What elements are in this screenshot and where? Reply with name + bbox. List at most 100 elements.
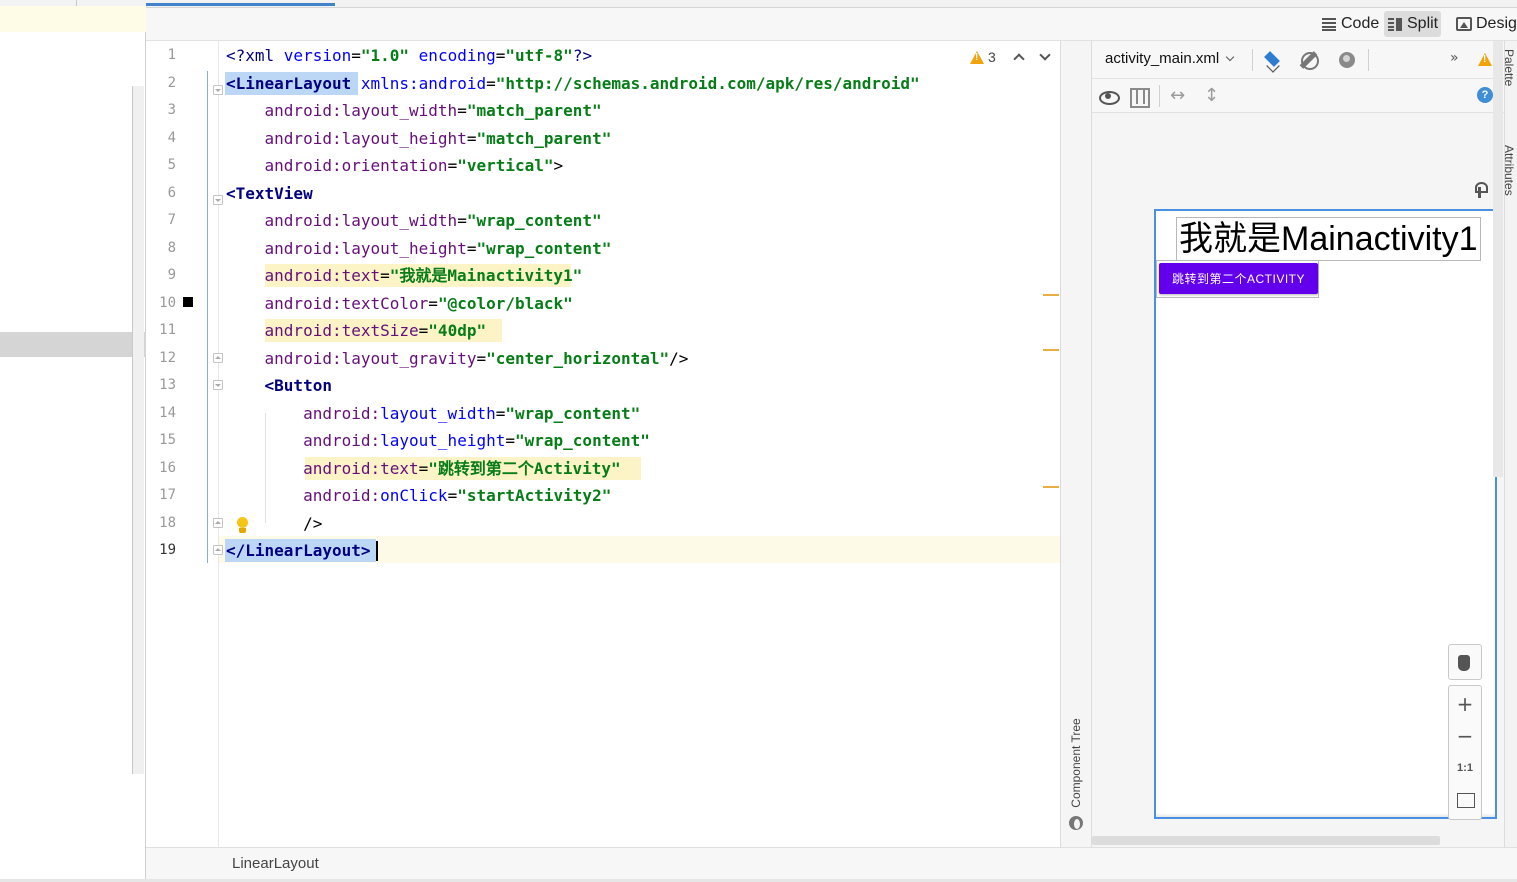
- warning-stripe-marker[interactable]: [1043, 349, 1059, 351]
- fold-end-icon[interactable]: [213, 545, 223, 555]
- inspection-warnings[interactable]: 3: [970, 49, 996, 65]
- code-token: text: [380, 458, 419, 478]
- code-view-label: Code: [1341, 15, 1380, 32]
- preview-textview[interactable]: 我就是Mainactivity1: [1176, 217, 1481, 261]
- line-number: 17: [159, 487, 176, 503]
- code-line[interactable]: android:layout_gravity="center_horizonta…: [226, 345, 689, 372]
- code-line[interactable]: android:textColor="@color/black": [226, 290, 573, 317]
- zoom-to-fit-icon[interactable]: [1449, 784, 1481, 816]
- preview-button[interactable]: 跳转到第二个ACTIVITY: [1159, 263, 1318, 294]
- zoom-actual-size-icon[interactable]: 1:1: [1449, 752, 1481, 784]
- help-icon[interactable]: ?: [1477, 87, 1493, 103]
- code-line[interactable]: />: [226, 510, 322, 537]
- active-editor-tab[interactable]: [146, 3, 335, 6]
- fold-toggle-icon[interactable]: [213, 195, 223, 205]
- code-line[interactable]: android:layout_width="wrap_content": [226, 207, 602, 234]
- code-view-button[interactable]: Code: [1318, 11, 1382, 37]
- toolbar-divider: [1252, 49, 1253, 71]
- design-vertical-scrollbar[interactable]: [1493, 41, 1503, 477]
- code-token: text: [341, 266, 381, 285]
- component-tree-tab[interactable]: Component Tree: [1064, 704, 1088, 834]
- code-token: "wrap_content": [515, 431, 650, 450]
- breadcrumb-bar: LinearLayout: [146, 847, 1517, 879]
- preview-button-frame[interactable]: 跳转到第二个ACTIVITY: [1156, 260, 1319, 298]
- pan-hand-icon[interactable]: [1449, 646, 1481, 678]
- code-line[interactable]: android:layout_height="match_parent": [226, 125, 612, 152]
- vertical-resize-icon[interactable]: ↕: [1204, 85, 1219, 106]
- code-token: android:: [264, 128, 342, 148]
- code-token: layout_height: [341, 128, 467, 148]
- line-number: 3: [167, 102, 176, 118]
- code-line[interactable]: android:text="跳转到第二个Activity": [226, 455, 621, 482]
- code-token: />: [669, 348, 689, 368]
- design-surface-layers-icon[interactable]: [1262, 49, 1284, 71]
- code-token: android:: [264, 266, 342, 285]
- code-line[interactable]: <TextView: [226, 180, 313, 207]
- layout-file-dropdown[interactable]: activity_main.xml: [1105, 50, 1235, 67]
- design-horizontal-scrollbar[interactable]: [1092, 836, 1440, 845]
- line-number: 10: [159, 294, 176, 311]
- code-line[interactable]: android:onClick="startActivity2": [226, 482, 611, 509]
- design-view-label: Design: [1476, 15, 1517, 32]
- horizontal-resize-icon[interactable]: ↔: [1170, 85, 1185, 106]
- project-panel-scrollbar[interactable]: [132, 86, 144, 774]
- zoom-in-icon[interactable]: +: [1449, 688, 1481, 720]
- code-token: <LinearLayout: [226, 73, 352, 93]
- breadcrumb-linearlayout[interactable]: LinearLayout: [232, 855, 319, 872]
- code-token: />: [303, 513, 323, 533]
- attributes-tab[interactable]: Attributes: [1502, 145, 1516, 196]
- line-number: 14: [159, 404, 176, 421]
- code-line[interactable]: android:layout_height="wrap_content": [226, 427, 650, 454]
- code-line[interactable]: android:textSize="40dp": [226, 317, 487, 344]
- theme-icon[interactable]: [1336, 49, 1358, 71]
- code-token: android:: [264, 348, 342, 368]
- more-actions-icon[interactable]: »: [1450, 50, 1472, 72]
- code-line[interactable]: android:layout_height="wrap_content": [226, 235, 612, 262]
- component-tree-label: Component Tree: [1069, 718, 1083, 808]
- code-line[interactable]: android:orientation="vertical">: [226, 152, 564, 179]
- code-token: android:: [303, 431, 381, 450]
- line-number: 13: [159, 377, 176, 393]
- palette-tab[interactable]: Palette: [1502, 49, 1516, 86]
- warning-stripe-marker[interactable]: [1043, 294, 1059, 296]
- code-token: layout_width: [341, 101, 458, 120]
- code-token: =: [495, 403, 506, 423]
- fold-end-icon[interactable]: [213, 353, 223, 363]
- project-panel-highlight-row[interactable]: [0, 6, 146, 32]
- code-token: "match_parent": [466, 101, 602, 120]
- fold-toggle-icon[interactable]: [213, 85, 223, 95]
- project-panel-selected-row[interactable]: [0, 332, 146, 357]
- code-token: =: [418, 321, 429, 340]
- zoom-out-icon[interactable]: −: [1449, 720, 1481, 752]
- code-line[interactable]: <Button: [226, 372, 332, 399]
- code-token: android:: [303, 486, 381, 505]
- color-preview-swatch[interactable]: [183, 297, 193, 307]
- fold-toggle-icon[interactable]: [213, 380, 223, 390]
- pin-icon[interactable]: [1474, 182, 1488, 198]
- code-token: "wrap_content": [476, 238, 612, 258]
- code-line[interactable]: <?xml version="1.0" encoding="utf-8"?>: [226, 42, 592, 69]
- code-token: layout_height: [380, 431, 506, 450]
- warning-stripe-marker[interactable]: [1043, 486, 1059, 488]
- code-line[interactable]: android:layout_width="match_parent": [226, 97, 602, 124]
- line-number: 1: [167, 47, 176, 63]
- design-view-icon: [1456, 17, 1472, 31]
- code-line[interactable]: android:text="我就是Mainactivity1": [226, 262, 583, 289]
- orientation-icon[interactable]: [1298, 49, 1320, 71]
- fold-end-icon[interactable]: [213, 518, 223, 528]
- next-highlight-chevron-down-icon[interactable]: [1039, 49, 1051, 61]
- code-line[interactable]: android:layout_width="wrap_content": [226, 400, 640, 427]
- code-line[interactable]: <LinearLayout xmlns:android="http://sche…: [226, 70, 920, 97]
- code-line[interactable]: </LinearLayout>: [226, 537, 371, 564]
- design-view-button[interactable]: Design: [1453, 11, 1517, 37]
- split-view-button[interactable]: Split: [1384, 11, 1442, 37]
- device-preview[interactable]: 我就是Mainactivity1 跳转到第二个ACTIVITY: [1154, 209, 1497, 819]
- previous-highlight-chevron-up-icon[interactable]: [1013, 53, 1025, 65]
- blueprint-mode-icon[interactable]: [1127, 85, 1150, 108]
- view-options-eye-icon[interactable]: [1097, 85, 1120, 107]
- xml-code-editor[interactable]: 1 2 3 4 5 6 7 8 9 10 11 12 13 14 15 16 17 18 19 <?xml vers…: [146, 41, 1060, 847]
